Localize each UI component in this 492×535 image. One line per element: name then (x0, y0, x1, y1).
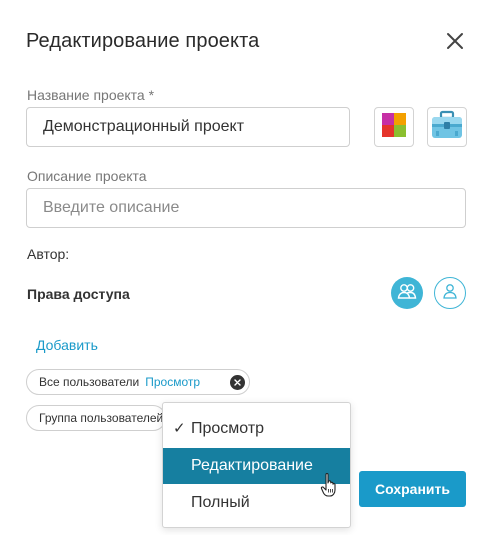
user-icon (442, 283, 458, 304)
access-rights-title: Права доступа (27, 286, 130, 302)
color-picker-button[interactable] (374, 107, 414, 147)
project-name-label: Название проекта * (27, 87, 155, 103)
user-access-toggle[interactable] (434, 277, 466, 309)
dialog-title: Редактирование проекта (26, 30, 260, 52)
checkmark-icon: ✓ (173, 420, 186, 437)
access-entry-name: Группа пользователей (39, 411, 164, 425)
permission-option-label: Просмотр (191, 420, 265, 437)
project-name-input[interactable]: Демонстрационный проект (26, 107, 350, 147)
edit-project-dialog: Редактирование проекта Название проекта … (0, 0, 492, 535)
access-entry-permission[interactable]: Просмотр (145, 375, 200, 389)
hand-pointer-icon (320, 472, 340, 498)
color-palette-icon (382, 112, 406, 142)
permission-option[interactable]: ✓ Просмотр (163, 411, 350, 447)
permission-dropdown: ✓ Просмотр Редактирование Полный (162, 402, 351, 528)
author-label: Автор: (27, 246, 70, 262)
project-icon-button[interactable] (427, 107, 467, 147)
description-label: Описание проекта (27, 168, 147, 184)
remove-entry-icon[interactable] (230, 375, 245, 390)
users-group-icon (397, 282, 417, 305)
permission-option-label: Редактирование (191, 457, 313, 474)
close-icon[interactable] (444, 30, 466, 52)
access-entry-name: Все пользователи (39, 375, 140, 389)
access-entry-chip: Группа пользователей (26, 405, 166, 431)
group-access-toggle[interactable] (391, 277, 423, 309)
save-button[interactable]: Сохранить (359, 471, 466, 507)
add-access-link[interactable]: Добавить (36, 337, 98, 353)
briefcase-icon (430, 109, 464, 146)
permission-option-label: Полный (191, 494, 250, 511)
description-input[interactable]: Введите описание (26, 188, 466, 228)
access-entry-chip: Все пользователи Просмотр (26, 369, 250, 395)
